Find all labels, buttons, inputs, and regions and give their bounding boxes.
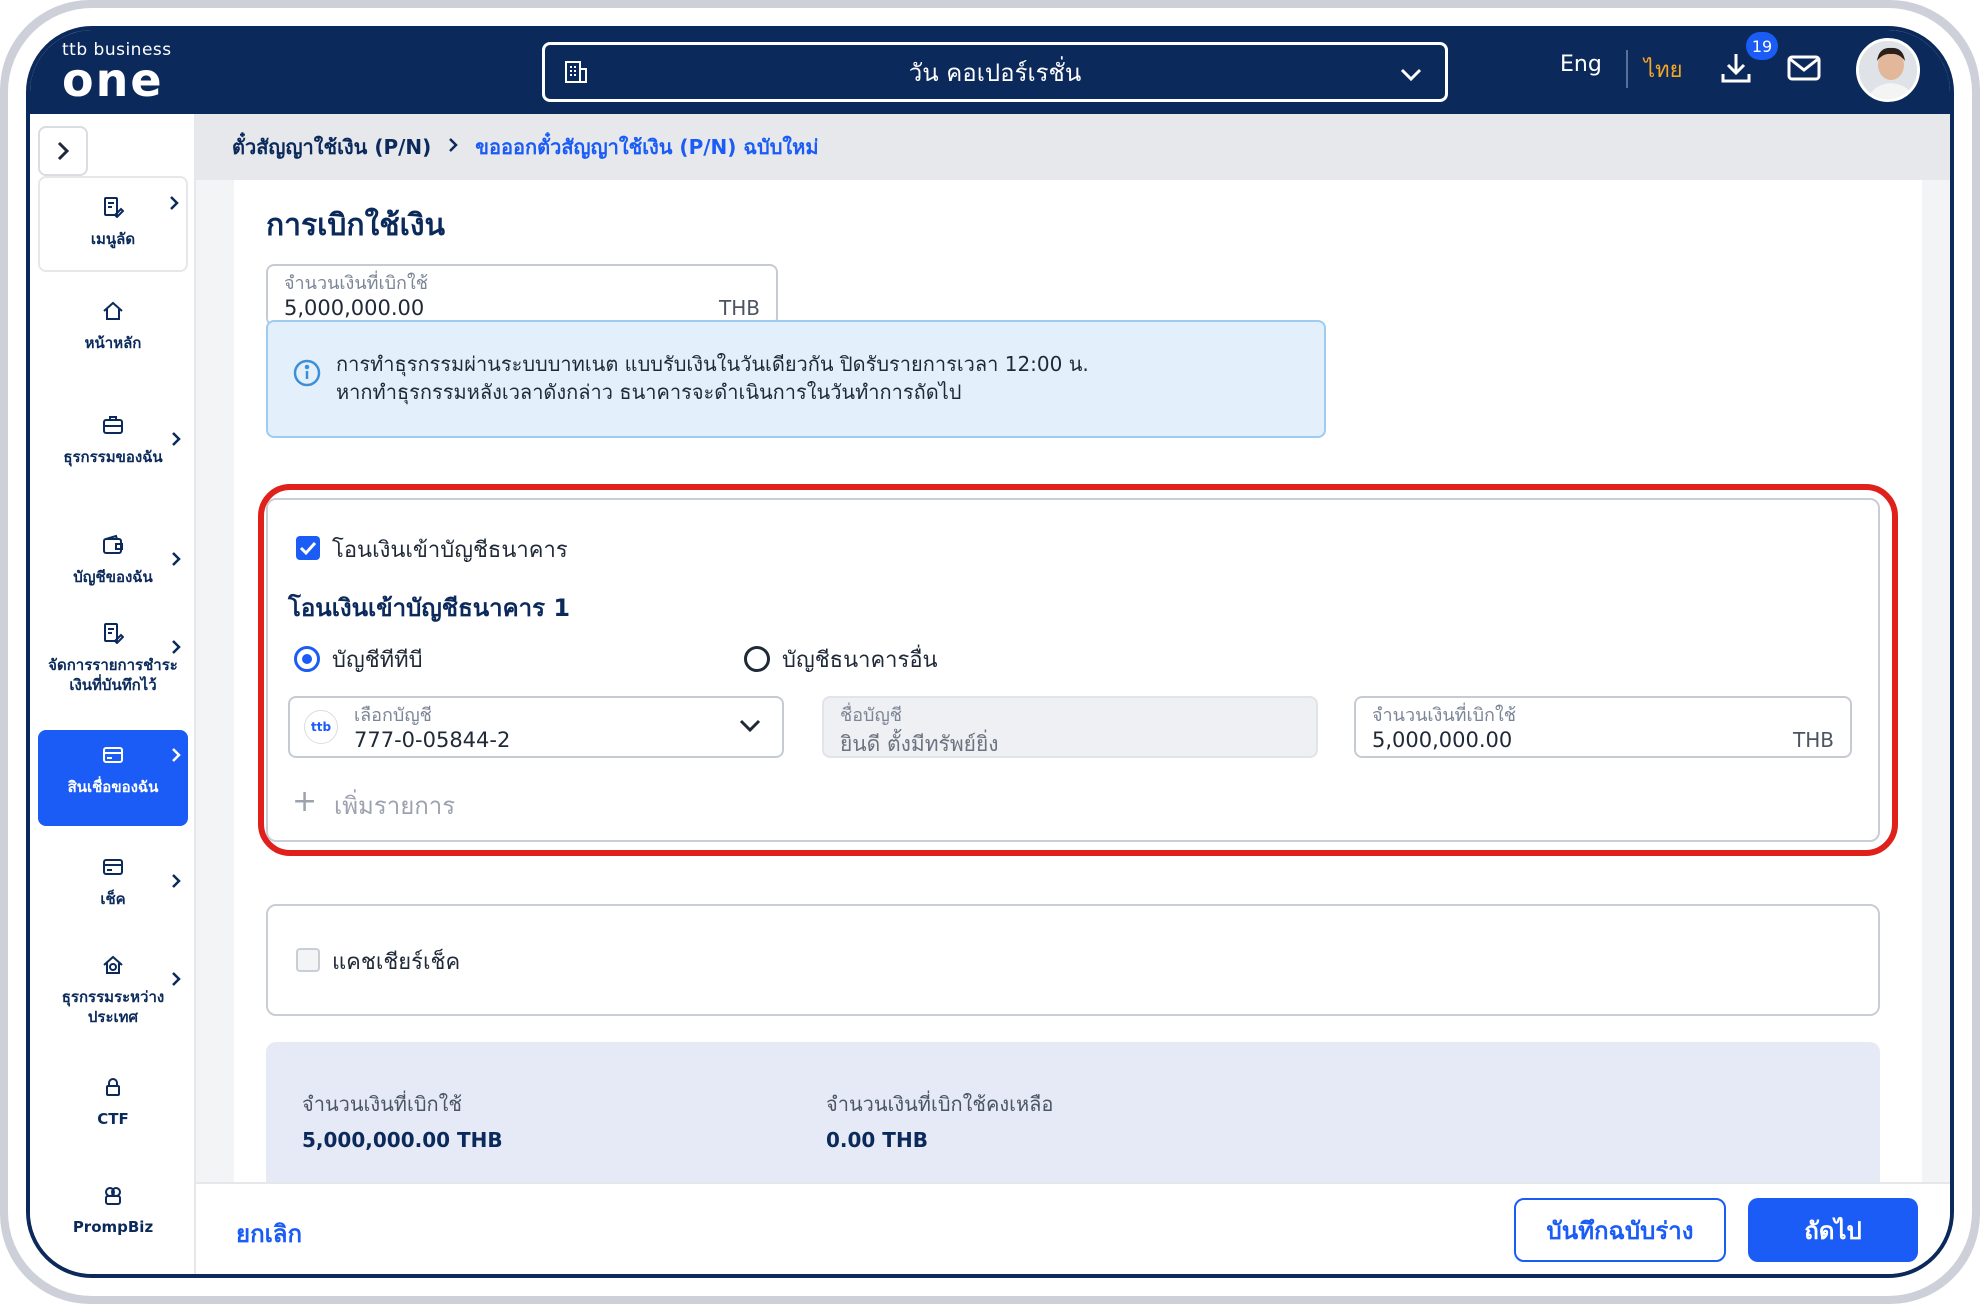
logo-product: one (62, 53, 164, 107)
next-button[interactable]: ถัดไป (1748, 1198, 1918, 1262)
highlight-outline (258, 484, 1898, 856)
sidebar-item-prompbiz[interactable]: PrompBiz (38, 1184, 188, 1237)
info-text-line2: หากทำธุรกรรมหลังเวลาดังกล่าว ธนาคารจะดำเ… (336, 380, 962, 404)
sidebar-expand-button[interactable] (38, 126, 88, 176)
summary-remaining-label: จำนวนเงินที่เบิกใช้คงเหลือ (826, 1092, 1054, 1116)
main-content: การเบิกใช้เงิน จำนวนเงินที่เบิกใช้ 5,000… (234, 180, 1922, 1200)
building-icon (563, 59, 589, 91)
breadcrumb: ตั๋วสัญญาใช้เงิน (P/N) ขอออกตั๋วสัญญาใช้… (196, 114, 1950, 180)
sidebar-item-label: สินเชื่อของฉัน (67, 778, 159, 796)
sidebar-item-label: ธุรกรรมระหว่างประเทศ (61, 988, 165, 1026)
sidebar-item-label: เมนูลัด (90, 230, 136, 248)
page-title: การเบิกใช้เงิน (266, 208, 446, 243)
cashier-cheque-card: แคชเชียร์เช็ค (266, 904, 1880, 1016)
drawdown-amount-field[interactable]: จำนวนเงินที่เบิกใช้ 5,000,000.00 THB (266, 264, 778, 326)
briefcase-icon (38, 414, 188, 441)
lock-icon (38, 1076, 188, 1103)
ttb-logo[interactable]: ttb business one (62, 40, 172, 107)
chevron-right-icon (170, 638, 182, 661)
sidebar-item-my-accounts[interactable]: บัญชีของฉัน (38, 534, 188, 587)
currency-label: THB (719, 296, 760, 320)
sidebar-item-label: CTF (97, 1110, 129, 1128)
sidebar-item-cheque[interactable]: เช็ค (38, 856, 188, 909)
breadcrumb-parent-link[interactable]: ตั๋วสัญญาใช้เงิน (P/N) (232, 131, 431, 163)
breadcrumb-current: ขอออกตั๋วสัญญาใช้เงิน (P/N) ฉบับใหม่ (475, 135, 819, 159)
chevron-right-icon (170, 430, 182, 453)
card-icon (38, 744, 188, 771)
home-icon (38, 300, 188, 327)
info-banner: การทำธุรกรรมผ่านระบบบาทเนต แบบรับเงินในว… (266, 320, 1326, 438)
save-draft-button[interactable]: บันทึกฉบับร่าง (1514, 1198, 1726, 1262)
summary-drawn-label: จำนวนเงินที่เบิกใช้ (302, 1092, 462, 1116)
sidebar-item-label: ธุรกรรมของฉัน (63, 448, 163, 466)
chevron-right-icon (170, 746, 182, 769)
cashier-cheque-checkbox[interactable] (296, 948, 320, 972)
sidebar-item-international[interactable]: ธุรกรรมระหว่างประเทศ (38, 954, 188, 1027)
company-selector[interactable]: วัน คอเปอร์เรชั่น (542, 42, 1448, 102)
summary-remaining-value: 0.00 THB (826, 1128, 928, 1152)
sidebar-item-label: จัดการรายการชำระเงินที่บันทึกไว้ (48, 656, 178, 694)
document-edit-icon (40, 196, 186, 223)
lang-thai-button[interactable]: ไทย (1644, 52, 1682, 87)
cashier-cheque-label: แคชเชียร์เช็ค (332, 950, 461, 975)
sidebar-item-label: บัญชีของฉัน (73, 568, 153, 586)
download-count-badge: 19 (1746, 32, 1778, 60)
sidebar: เมนูลัด หน้าหลัก ธุรกรรมของฉัน บัญชีของฉ… (30, 114, 196, 1274)
lang-divider (1626, 50, 1628, 88)
lang-eng-button[interactable]: Eng (1560, 52, 1602, 77)
chevron-right-icon (447, 135, 459, 159)
chevron-right-icon (170, 550, 182, 573)
sidebar-item-label: หน้าหลัก (84, 334, 142, 352)
field-value: 5,000,000.00 (284, 296, 425, 320)
sidebar-item-my-loans[interactable]: สินเชื่อของฉัน (38, 730, 188, 826)
chevron-right-icon (168, 194, 180, 217)
globe-house-icon (38, 954, 188, 981)
field-label: จำนวนเงินที่เบิกใช้ (284, 273, 428, 294)
wallet-icon (38, 534, 188, 561)
sidebar-item-label: PrompBiz (72, 1218, 154, 1236)
prompbiz-icon (38, 1184, 188, 1211)
sidebar-item-shortcut[interactable]: เมนูลัด (38, 176, 188, 272)
sidebar-item-home[interactable]: หน้าหลัก (38, 300, 188, 353)
info-text-line1: การทำธุรกรรมผ่านระบบบาทเนต แบบรับเงินในว… (336, 352, 1089, 376)
document-edit-icon (38, 622, 188, 649)
chevron-down-icon (1399, 63, 1423, 91)
summary-panel: จำนวนเงินที่เบิกใช้ 5,000,000.00 THB จำน… (266, 1042, 1880, 1194)
company-name: วัน คอเปอร์เรชั่น (908, 58, 1082, 87)
app-window: ttb business one วัน คอเปอร์เรชั่น Eng ไ… (26, 26, 1954, 1278)
info-icon (292, 358, 322, 395)
mail-icon[interactable] (1786, 50, 1826, 90)
top-bar: ttb business one วัน คอเปอร์เรชั่น Eng ไ… (30, 30, 1950, 114)
footer-action-bar: ยกเลิก บันทึกฉบับร่าง ถัดไป (196, 1182, 1950, 1274)
chevron-right-icon (170, 970, 182, 993)
cheque-icon (38, 856, 188, 883)
summary-drawn-value: 5,000,000.00 THB (302, 1128, 503, 1152)
user-avatar[interactable] (1856, 38, 1920, 102)
sidebar-item-saved-payments[interactable]: จัดการรายการชำระเงินที่บันทึกไว้ (38, 622, 188, 695)
sidebar-item-ctf[interactable]: CTF (38, 1076, 188, 1129)
sidebar-item-label: เช็ค (100, 890, 126, 908)
cancel-button[interactable]: ยกเลิก (236, 1214, 302, 1253)
chevron-right-icon (170, 872, 182, 895)
sidebar-item-my-transactions[interactable]: ธุรกรรมของฉัน (38, 414, 188, 467)
